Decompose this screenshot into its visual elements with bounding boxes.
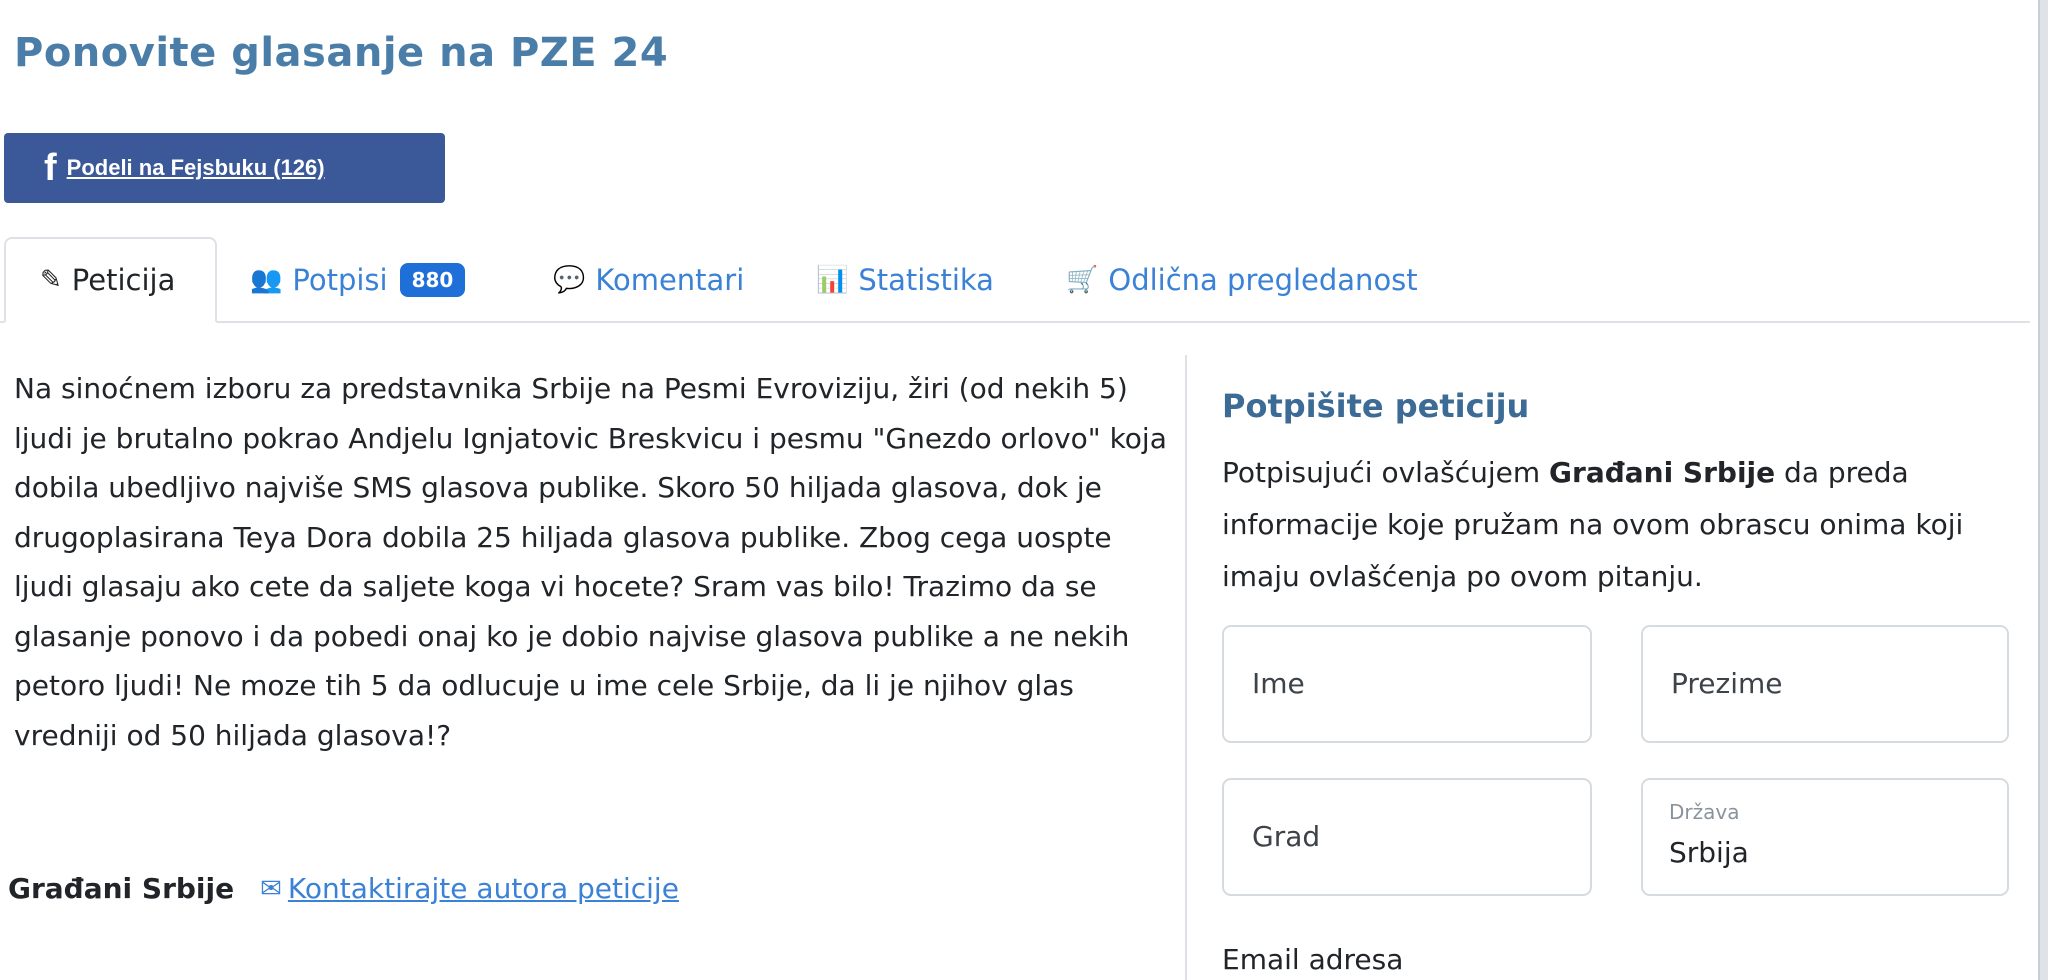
facebook-share-button[interactable]: f Podeli na Fejsbuku (126) bbox=[4, 133, 445, 203]
tabs-bar: ✎ Peticija 👥 Potpisi 880 💬 Komentari 📊 S… bbox=[0, 237, 2030, 323]
first-name-placeholder: Ime bbox=[1252, 667, 1305, 700]
sign-form-title: Potpišite peticiju bbox=[1222, 387, 1530, 425]
comments-icon: 💬 bbox=[553, 265, 586, 295]
country-value: Srbija bbox=[1669, 836, 1749, 869]
tab-label: Odlična pregledanost bbox=[1108, 263, 1418, 297]
city-field[interactable]: Grad bbox=[1222, 778, 1592, 896]
signature-count-badge: 880 bbox=[399, 263, 466, 297]
tab-peticija[interactable]: ✎ Peticija bbox=[4, 237, 217, 323]
page-title: Ponovite glasanje na PZE 24 bbox=[14, 30, 669, 76]
last-name-field[interactable]: Prezime bbox=[1641, 625, 2009, 743]
tab-odlicna-pregledanost[interactable]: 🛒 Odlična pregledanost bbox=[1066, 237, 1418, 323]
email-label: Email adresa bbox=[1222, 943, 1404, 972]
contact-author-link[interactable]: Kontaktirajte autora peticije bbox=[288, 872, 679, 905]
tab-label: Peticija bbox=[71, 263, 176, 297]
author-name: Građani Srbije bbox=[8, 872, 235, 905]
tab-label: Statistika bbox=[858, 263, 994, 297]
description-prefix: Potpisujući ovlašćujem bbox=[1222, 456, 1550, 489]
country-label: Država bbox=[1669, 800, 1740, 824]
window-edge bbox=[2040, 0, 2048, 980]
description-org: Građani Srbije bbox=[1549, 456, 1776, 489]
pencil-icon: ✎ bbox=[40, 265, 62, 295]
tab-potpisi[interactable]: 👥 Potpisi 880 bbox=[250, 237, 466, 323]
first-name-field[interactable]: Ime bbox=[1222, 625, 1592, 743]
city-placeholder: Grad bbox=[1252, 820, 1321, 853]
author-line: Građani Srbije ✉ Kontaktirajte autora pe… bbox=[8, 872, 679, 905]
sign-form-description: Potpisujući ovlašćujem Građani Srbije da… bbox=[1222, 447, 2012, 603]
facebook-icon: f bbox=[44, 146, 57, 189]
tab-statistika[interactable]: 📊 Statistika bbox=[816, 237, 994, 323]
last-name-placeholder: Prezime bbox=[1671, 667, 1783, 700]
column-divider bbox=[1185, 355, 1187, 980]
cart-icon: 🛒 bbox=[1066, 265, 1099, 295]
tab-komentari[interactable]: 💬 Komentari bbox=[553, 237, 744, 323]
facebook-share-label: Podeli na Fejsbuku (126) bbox=[66, 155, 325, 180]
users-icon: 👥 bbox=[250, 265, 283, 295]
country-select[interactable]: Država Srbija bbox=[1641, 778, 2009, 896]
bar-chart-icon: 📊 bbox=[816, 265, 849, 295]
envelope-icon: ✉ bbox=[260, 873, 282, 904]
petition-text: Na sinoćnem izboru za predstavnika Srbij… bbox=[14, 372, 1167, 752]
tab-label: Komentari bbox=[595, 263, 745, 297]
tab-label: Potpisi bbox=[292, 263, 388, 297]
